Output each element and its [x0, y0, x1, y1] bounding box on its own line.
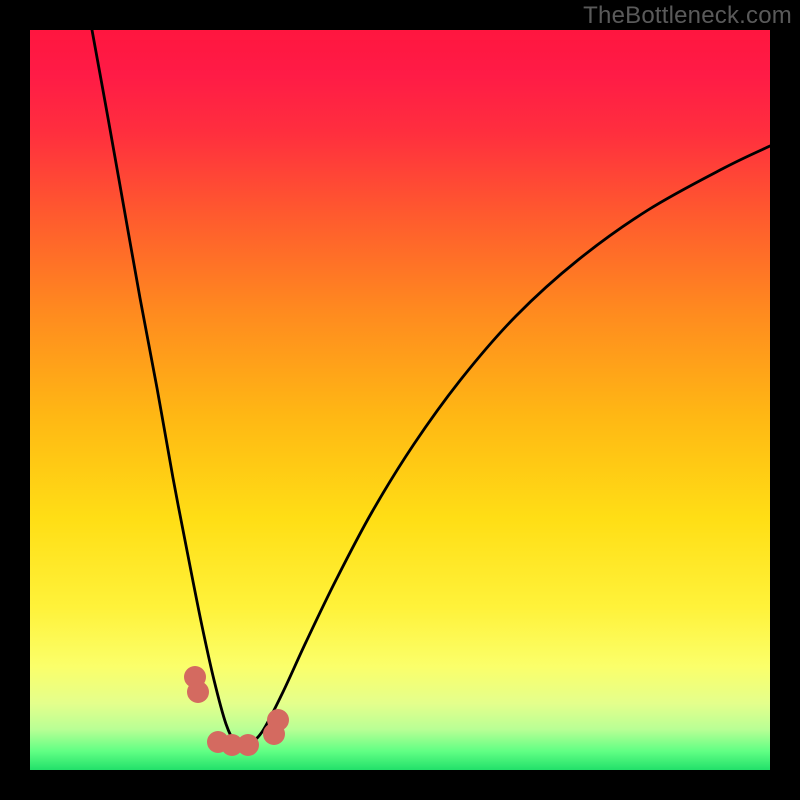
chart-svg [30, 30, 770, 770]
plot-area [30, 30, 770, 770]
data-marker [187, 681, 209, 703]
watermark-text: TheBottleneck.com [583, 2, 792, 30]
data-marker [267, 709, 289, 731]
outer-frame: TheBottleneck.com [0, 0, 800, 800]
data-marker [237, 734, 259, 756]
gradient-background [30, 30, 770, 770]
